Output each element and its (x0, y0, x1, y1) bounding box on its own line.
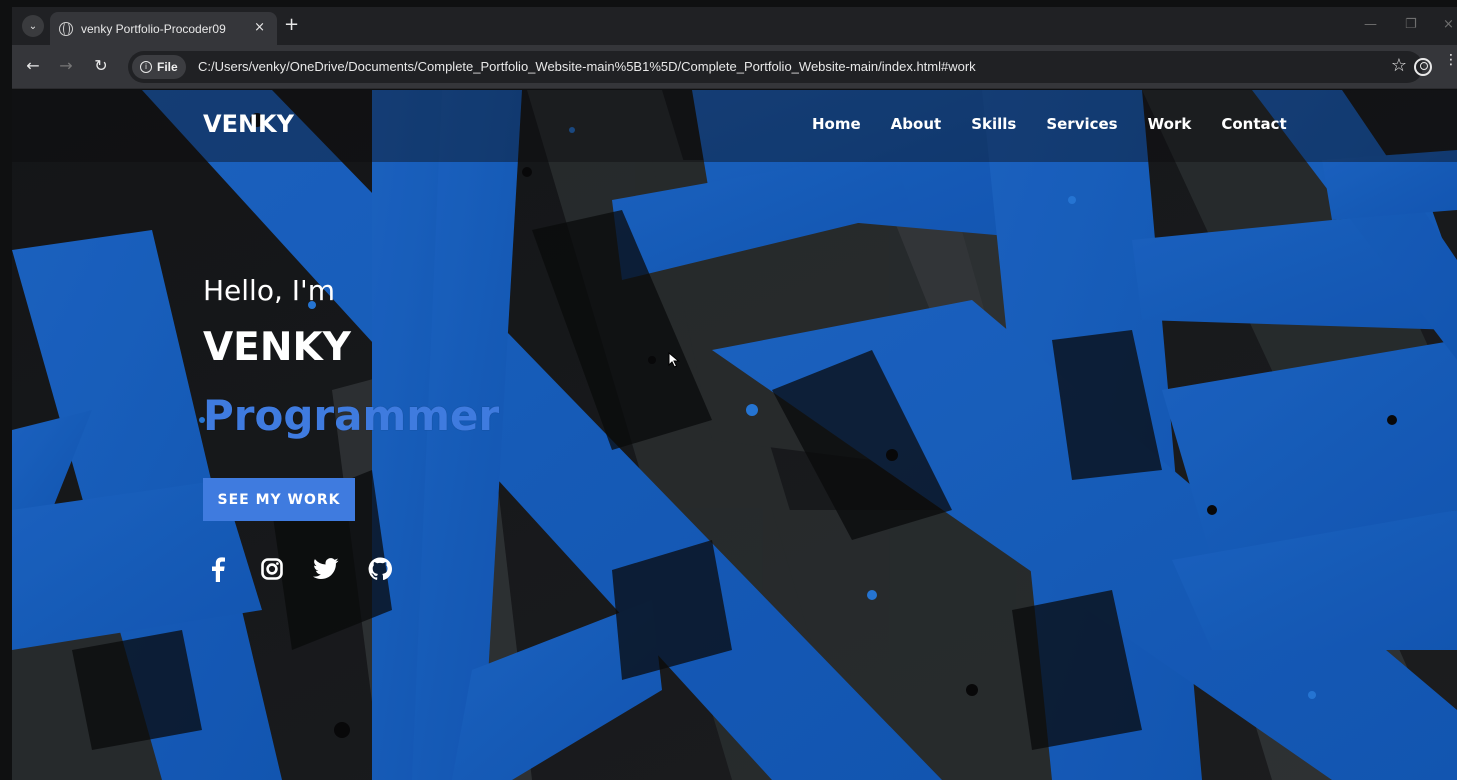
new-tab-button[interactable]: + (284, 15, 299, 35)
nav-link-about[interactable]: About (891, 115, 942, 133)
hero-section: Hello, I'm VENKY Programmer SEE MY WORK (203, 274, 500, 582)
forward-icon[interactable]: → (56, 56, 76, 76)
hero-role: Programmer (203, 391, 500, 440)
site-nav-links: Home About Skills Services Work Contact (812, 115, 1317, 133)
social-links (203, 554, 395, 584)
hero-greeting: Hello, I'm (203, 274, 336, 307)
profile-icon[interactable] (1414, 58, 1432, 76)
browser-window: ⌄ venky Portfolio-Procoder09 × + — ❐ × ←… (0, 0, 1457, 780)
nav-link-contact[interactable]: Contact (1221, 115, 1286, 133)
reload-icon[interactable]: ↻ (91, 56, 111, 76)
mouse-cursor-icon (668, 352, 680, 368)
hero-name: VENKY (203, 325, 351, 370)
nav-link-skills[interactable]: Skills (971, 115, 1016, 133)
github-icon[interactable] (365, 554, 395, 584)
see-my-work-button[interactable]: SEE MY WORK (203, 478, 355, 521)
nav-link-home[interactable]: Home (812, 115, 861, 133)
address-bar[interactable]: i File C:/Users/venky/OneDrive/Documents… (128, 51, 1423, 83)
browser-tab-active[interactable]: venky Portfolio-Procoder09 × (50, 12, 277, 45)
browser-toolbar: ← → ↻ i File C:/Users/venky/OneDrive/Doc… (12, 45, 1457, 89)
globe-icon (59, 21, 73, 36)
site-info-chip[interactable]: i File (132, 55, 186, 79)
info-icon: i (140, 61, 152, 73)
file-label: File (157, 60, 178, 74)
bookmark-star-icon[interactable]: ☆ (1391, 55, 1407, 76)
close-tab-icon[interactable]: × (254, 20, 265, 36)
tab-title: venky Portfolio-Procoder09 (81, 21, 226, 36)
facebook-icon[interactable] (203, 554, 233, 584)
nav-link-work[interactable]: Work (1148, 115, 1192, 133)
restore-icon[interactable]: ❐ (1405, 17, 1417, 32)
instagram-icon[interactable] (257, 554, 287, 584)
page-viewport: VENKY Home About Skills Services Work Co… (12, 90, 1457, 780)
back-icon[interactable]: ← (23, 56, 43, 76)
url-text[interactable]: C:/Users/venky/OneDrive/Documents/Comple… (198, 59, 976, 74)
window-close-icon[interactable]: × (1443, 17, 1454, 32)
tab-search-dropdown-icon[interactable]: ⌄ (22, 15, 44, 37)
minimize-icon[interactable]: — (1364, 17, 1377, 32)
site-navbar: VENKY Home About Skills Services Work Co… (12, 90, 1457, 162)
tab-strip: ⌄ venky Portfolio-Procoder09 × + — ❐ × (12, 7, 1457, 45)
nav-link-services[interactable]: Services (1046, 115, 1117, 133)
menu-kebab-icon[interactable]: ⋮ (1444, 53, 1457, 67)
site-logo[interactable]: VENKY (203, 110, 294, 138)
twitter-icon[interactable] (311, 554, 341, 584)
